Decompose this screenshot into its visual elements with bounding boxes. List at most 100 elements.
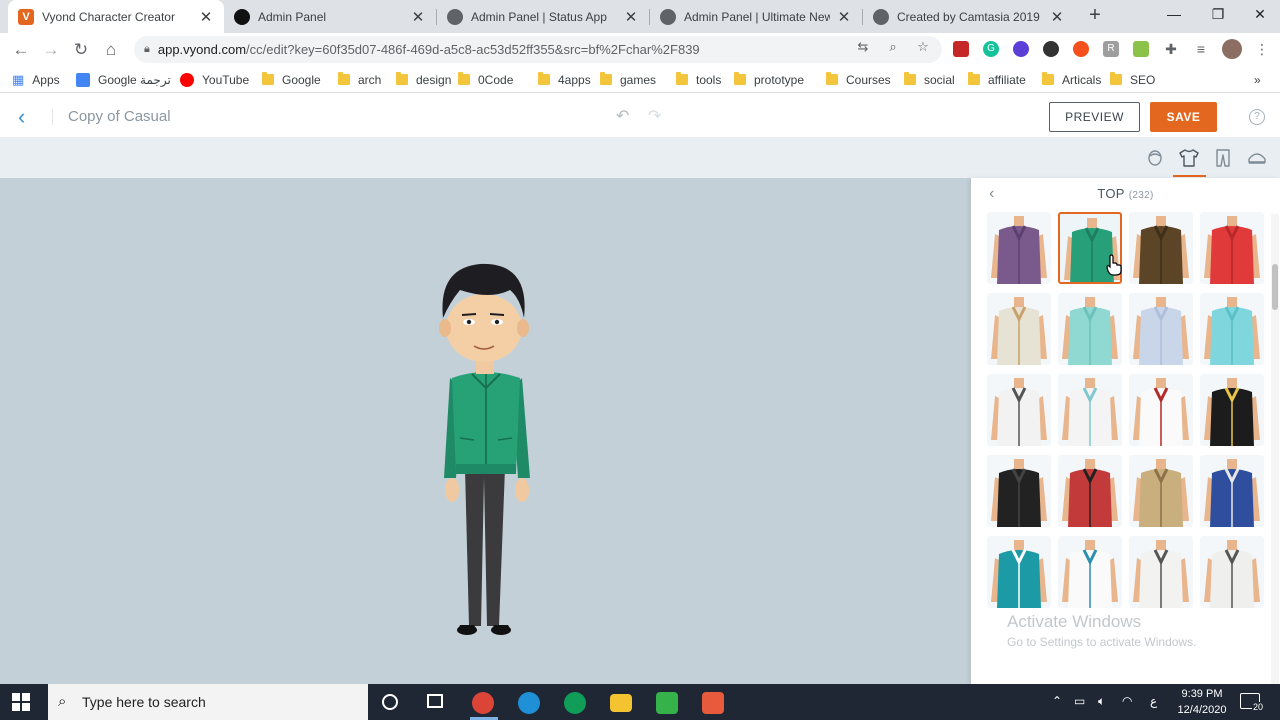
close-icon[interactable]: ✕: [623, 8, 639, 26]
bookmark-seo[interactable]: SEO: [1110, 71, 1155, 88]
translate-icon[interactable]: ⇆: [854, 38, 872, 56]
camtasia-recorder-icon[interactable]: [702, 692, 724, 714]
taskbar-clock[interactable]: 9:39 PM 12/4/2020: [1172, 686, 1232, 718]
wifi-icon[interactable]: ◠: [1122, 694, 1132, 708]
address-bar[interactable]: 🔒︎ app.vyond.com/cc/edit?key=60f35d07-48…: [134, 36, 942, 63]
avatar[interactable]: [1222, 39, 1242, 59]
edge-taskbar-icon[interactable]: [518, 692, 540, 714]
outfit-item-white-lab-coat[interactable]: [1058, 374, 1122, 446]
bookmark-google[interactable]: Google: [262, 71, 321, 88]
grammarly-icon[interactable]: G: [983, 41, 999, 57]
outfit-item-black-leather-jacket[interactable]: [987, 455, 1051, 527]
outfit-item-brown-v-neck-sweater[interactable]: [1129, 212, 1193, 284]
shoes-icon[interactable]: [1247, 148, 1267, 168]
chevron-up-icon[interactable]: ⌃: [1052, 694, 1062, 708]
shirt-icon[interactable]: [1179, 148, 1199, 168]
close-icon[interactable]: ✕: [198, 8, 214, 26]
bookmark-star-icon[interactable]: ☆: [914, 38, 932, 56]
zoom-icon[interactable]: ⌕: [884, 38, 902, 56]
outfit-item-light-blue-sweater[interactable]: [1129, 293, 1193, 365]
camtasia-green-icon[interactable]: [656, 692, 678, 714]
bookmark-courses[interactable]: Courses: [826, 71, 891, 88]
outfit-item-cream-shirt-with-sign[interactable]: [987, 293, 1051, 365]
outfit-item-white-shirt-red-tie[interactable]: [1129, 374, 1193, 446]
pants-icon[interactable]: [1213, 148, 1233, 168]
volume-icon[interactable]: 🔈︎: [1098, 694, 1105, 709]
chrome-taskbar-icon[interactable]: [472, 692, 494, 714]
more-bookmarks-button[interactable]: »: [1254, 71, 1261, 88]
tab-created-by-camtasia[interactable]: Created by Camtasia 2019 ✕: [863, 0, 1075, 33]
forward-arrow-icon[interactable]: →: [40, 39, 62, 61]
bookmark-games[interactable]: games: [600, 71, 656, 88]
close-icon[interactable]: ✕: [410, 8, 426, 26]
tab-admin-panel-ultimate-news[interactable]: Admin Panel | Ultimate News A ✕: [650, 0, 862, 33]
outfit-item-teal-scrubs[interactable]: [1200, 293, 1264, 365]
taskbar-search-input[interactable]: ⌕ Type here to search: [48, 684, 368, 720]
extension-orange-icon[interactable]: [1073, 41, 1089, 57]
help-icon[interactable]: ?: [1249, 109, 1265, 125]
battery-icon[interactable]: ▭: [1074, 694, 1085, 708]
bookmark-label: 0Code: [478, 72, 514, 87]
windows-start-icon[interactable]: [12, 693, 30, 711]
outfit-item-chef-coat-double[interactable]: [1200, 536, 1264, 608]
bookmark-articals[interactable]: Articals: [1042, 71, 1101, 88]
undo-icon[interactable]: ↶: [616, 106, 629, 126]
home-icon[interactable]: ⌂: [100, 39, 122, 61]
bookmark-prototype[interactable]: prototype: [734, 71, 804, 88]
outfit-item-doctor-coat-stethoscope[interactable]: [987, 374, 1051, 446]
save-button[interactable]: SAVE: [1150, 102, 1217, 132]
tab-admin-panel-status-app[interactable]: Admin Panel | Status App ✕: [437, 0, 649, 33]
bookmark-google[interactable]: Google ترجمة: [76, 71, 171, 88]
window-close-button[interactable]: ✕: [1238, 0, 1280, 30]
extension-red-icon[interactable]: [953, 41, 969, 57]
back-arrow-icon[interactable]: ←: [10, 39, 32, 61]
preview-button[interactable]: PREVIEW: [1049, 102, 1140, 132]
task-view-icon[interactable]: [427, 694, 443, 708]
maximize-button[interactable]: ❐: [1196, 0, 1240, 30]
outfit-item-purple-argyle-vest[interactable]: [987, 212, 1051, 284]
outfit-item-blue-hawaiian-shirt[interactable]: [1200, 455, 1264, 527]
character-stage[interactable]: [0, 178, 971, 684]
outfit-item-red-tank-top[interactable]: [1200, 212, 1264, 284]
close-icon[interactable]: ✕: [836, 8, 852, 26]
tab-vyond-character-creator[interactable]: V Vyond Character Creator ✕: [8, 0, 224, 33]
chrome-profile-taskbar-icon[interactable]: [564, 692, 586, 714]
bookmark-tools[interactable]: tools: [676, 71, 721, 88]
outfit-item-black-pinstripe-suit[interactable]: [1200, 374, 1264, 446]
bookmark-arch[interactable]: arch: [338, 71, 381, 88]
outfit-item-tan-plaid-shirt[interactable]: [1129, 455, 1193, 527]
extension-dark-icon[interactable]: [1043, 41, 1059, 57]
bookmark-apps[interactable]: ▦ Apps: [12, 71, 60, 88]
minimize-button[interactable]: —: [1152, 0, 1196, 30]
bookmark-affiliate[interactable]: affiliate: [968, 71, 1026, 88]
new-tab-button[interactable]: +: [1084, 5, 1106, 27]
close-icon[interactable]: ✕: [1049, 8, 1065, 26]
kebab-menu-icon[interactable]: ⋮: [1254, 41, 1270, 57]
outfit-item-teal-polo[interactable]: [1058, 293, 1122, 365]
extensions-puzzle-icon[interactable]: ✚: [1163, 41, 1179, 57]
outfit-item-white-shirt-teal-tie[interactable]: [1058, 536, 1122, 608]
reading-list-icon[interactable]: ≡: [1193, 41, 1209, 57]
bookmark-0code[interactable]: 0Code: [458, 71, 513, 88]
reload-icon[interactable]: ↻: [70, 39, 92, 61]
bookmark-4apps[interactable]: 4apps: [538, 71, 591, 88]
ime-indicator[interactable]: ع: [1150, 694, 1157, 708]
cortana-icon[interactable]: [382, 694, 398, 710]
bookmark-social[interactable]: social: [904, 71, 955, 88]
file-explorer-icon[interactable]: [610, 694, 632, 712]
redo-icon[interactable]: ↷: [648, 106, 661, 126]
extension-grey-icon[interactable]: R: [1103, 41, 1119, 57]
scrollbar-thumb[interactable]: [1272, 264, 1278, 310]
page-title[interactable]: Copy of Casual: [68, 108, 171, 125]
extension-purple-icon[interactable]: [1013, 41, 1029, 57]
bookmark-youtube[interactable]: YouTube: [180, 71, 249, 88]
extension-green-icon[interactable]: [1133, 41, 1149, 57]
head-icon[interactable]: [1145, 148, 1165, 168]
tab-admin-panel[interactable]: Admin Panel ✕: [224, 0, 436, 33]
back-chevron-icon[interactable]: ‹: [18, 104, 38, 130]
outfit-item-teal-runner-tank[interactable]: [987, 536, 1051, 608]
outfit-item-red-plaid-shirt[interactable]: [1058, 455, 1122, 527]
app-header: ‹ Copy of Casual ↶ ↷ PREVIEW SAVE ?: [0, 96, 1280, 138]
bookmark-design[interactable]: design: [396, 71, 451, 88]
outfit-item-chef-jacket[interactable]: [1129, 536, 1193, 608]
